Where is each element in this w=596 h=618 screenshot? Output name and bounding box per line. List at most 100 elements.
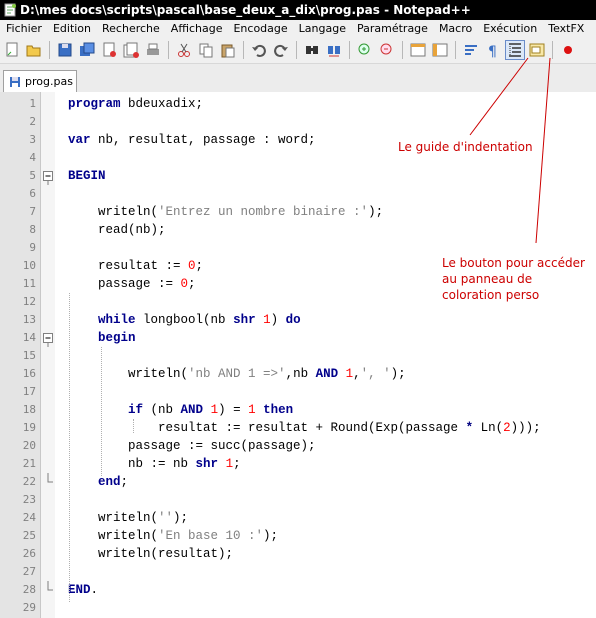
save-all-button[interactable] <box>77 40 97 60</box>
code-token: * <box>465 421 474 435</box>
code-token: 'nb AND 1 =>' <box>188 367 286 381</box>
code-line[interactable]: 18 if (nb AND 1) = 1 then <box>0 401 596 419</box>
fold-toggle-icon[interactable] <box>42 167 54 185</box>
code-token: ); <box>263 529 279 543</box>
toolbar-separator <box>455 41 456 59</box>
code-line[interactable]: 23 <box>0 491 596 509</box>
menu-item-affichage[interactable]: Affichage <box>165 22 228 35</box>
menu-item-ex-cution[interactable]: Exécution <box>477 22 542 35</box>
code-line[interactable]: 6 <box>0 185 596 203</box>
line-number: 1 <box>29 97 36 110</box>
cut-button[interactable] <box>174 40 194 60</box>
toolbar-separator <box>349 41 350 59</box>
line-number: 12 <box>22 295 36 308</box>
menu-item-langage[interactable]: Langage <box>293 22 351 35</box>
save-button[interactable] <box>55 40 75 60</box>
code-line[interactable]: 19 resultat := resultat + Round(Exp(pass… <box>0 419 596 437</box>
indent-guide-button[interactable] <box>505 40 525 60</box>
code-token: , <box>353 367 361 381</box>
code-token: ; <box>233 457 241 471</box>
code-line[interactable]: 5 BEGIN <box>0 167 596 185</box>
code-text: writeln('En base 10 :'); <box>68 527 278 545</box>
code-token: BEGIN <box>68 169 106 183</box>
code-token: while <box>98 313 136 327</box>
code-line[interactable]: 2 <box>0 113 596 131</box>
code-token: nb := nb <box>68 457 196 471</box>
code-line[interactable]: 24 writeln(''); <box>0 509 596 527</box>
tab-prog-pas[interactable]: prog.pas <box>3 70 77 92</box>
menu-item-textfx[interactable]: TextFX <box>542 22 589 35</box>
menu-item-param-trage[interactable]: Paramétrage <box>351 22 433 35</box>
menu-item-fichier[interactable]: Fichier <box>0 22 47 35</box>
paste-button[interactable] <box>218 40 238 60</box>
undo-button[interactable] <box>249 40 269 60</box>
find-button[interactable] <box>302 40 322 60</box>
code-text: while longbool(nb shr 1) do <box>68 311 301 329</box>
code-line[interactable]: 20 passage := succ(passage); <box>0 437 596 455</box>
code-line[interactable]: 17 <box>0 383 596 401</box>
code-token: resultat := <box>68 259 189 273</box>
title-bar: D:\mes docs\scripts\pascal\base_deux_a_d… <box>0 0 596 20</box>
code-line[interactable]: 13 while longbool(nb shr 1) do <box>0 311 596 329</box>
code-token: ; <box>188 277 196 291</box>
code-line[interactable]: 22 end; <box>0 473 596 491</box>
code-token: 0 <box>180 277 189 291</box>
find-icon <box>303 41 321 59</box>
code-editor[interactable]: 1 program bdeuxadix; 2 3 var nb, resultat, p… <box>0 92 596 618</box>
menu-item-encodage[interactable]: Encodage <box>227 22 292 35</box>
code-line[interactable]: 29 <box>0 599 596 617</box>
code-line[interactable]: 15 <box>0 347 596 365</box>
line-number: 22 <box>22 475 36 488</box>
menu-item-compl-m[interactable]: Complém <box>589 22 596 35</box>
redo-button[interactable] <box>271 40 291 60</box>
save-icon <box>56 41 74 59</box>
record-macro-button[interactable] <box>558 40 578 60</box>
menu-item-macro[interactable]: Macro <box>433 22 477 35</box>
replace-button[interactable] <box>324 40 344 60</box>
code-line[interactable]: 1 program bdeuxadix; <box>0 95 596 113</box>
code-line[interactable]: 21 nb := nb shr 1; <box>0 455 596 473</box>
copy-button[interactable] <box>196 40 216 60</box>
user-language-button[interactable] <box>527 40 547 60</box>
zoom-out-icon <box>378 41 396 59</box>
close-button[interactable] <box>99 40 119 60</box>
line-number: 17 <box>22 385 36 398</box>
line-number: 16 <box>22 367 36 380</box>
new-file-button[interactable] <box>2 40 22 60</box>
code-line[interactable]: 25 writeln('En base 10 :'); <box>0 527 596 545</box>
code-line[interactable]: 16 writeln('nb AND 1 =>',nb AND 1,', '); <box>0 365 596 383</box>
code-line[interactable]: 14 begin <box>0 329 596 347</box>
code-token: 'En base 10 :' <box>158 529 264 543</box>
zoom-out-button[interactable] <box>377 40 397 60</box>
line-number: 15 <box>22 349 36 362</box>
code-token: writeln( <box>68 529 159 543</box>
open-file-button[interactable] <box>24 40 44 60</box>
word-wrap-button[interactable] <box>461 40 481 60</box>
code-token: ,nb <box>285 367 316 381</box>
code-line[interactable]: 26 writeln(resultat); <box>0 545 596 563</box>
code-token: shr <box>233 313 256 327</box>
sync-vertical-button[interactable] <box>408 40 428 60</box>
code-token: 2 <box>503 421 511 435</box>
code-line[interactable]: 8 read(nb); <box>0 221 596 239</box>
toolbar-separator <box>296 41 297 59</box>
sync-horizontal-button[interactable] <box>430 40 450 60</box>
menu-item-edition[interactable]: Edition <box>47 22 96 35</box>
menu-item-recherche[interactable]: Recherche <box>96 22 165 35</box>
code-token: resultat := resultat + Round(Exp(passage <box>68 421 466 435</box>
code-line[interactable]: 28 END. <box>0 581 596 599</box>
show-all-chars-button[interactable]: ¶ <box>483 40 503 60</box>
annotation-line: au panneau de <box>442 272 533 286</box>
copy-icon <box>197 41 215 59</box>
print-button[interactable] <box>143 40 163 60</box>
code-text: passage := 0; <box>68 275 196 293</box>
close-all-button[interactable] <box>121 40 141 60</box>
line-number: 13 <box>22 313 36 326</box>
code-line[interactable]: 27 <box>0 563 596 581</box>
code-line[interactable]: 7 writeln('Entrez un nombre binaire :'); <box>0 203 596 221</box>
fold-toggle-icon[interactable] <box>42 329 54 347</box>
annotation-line: coloration perso <box>442 288 540 302</box>
record-macro-icon <box>559 41 577 59</box>
zoom-in-button[interactable] <box>355 40 375 60</box>
code-token: program <box>68 97 121 111</box>
